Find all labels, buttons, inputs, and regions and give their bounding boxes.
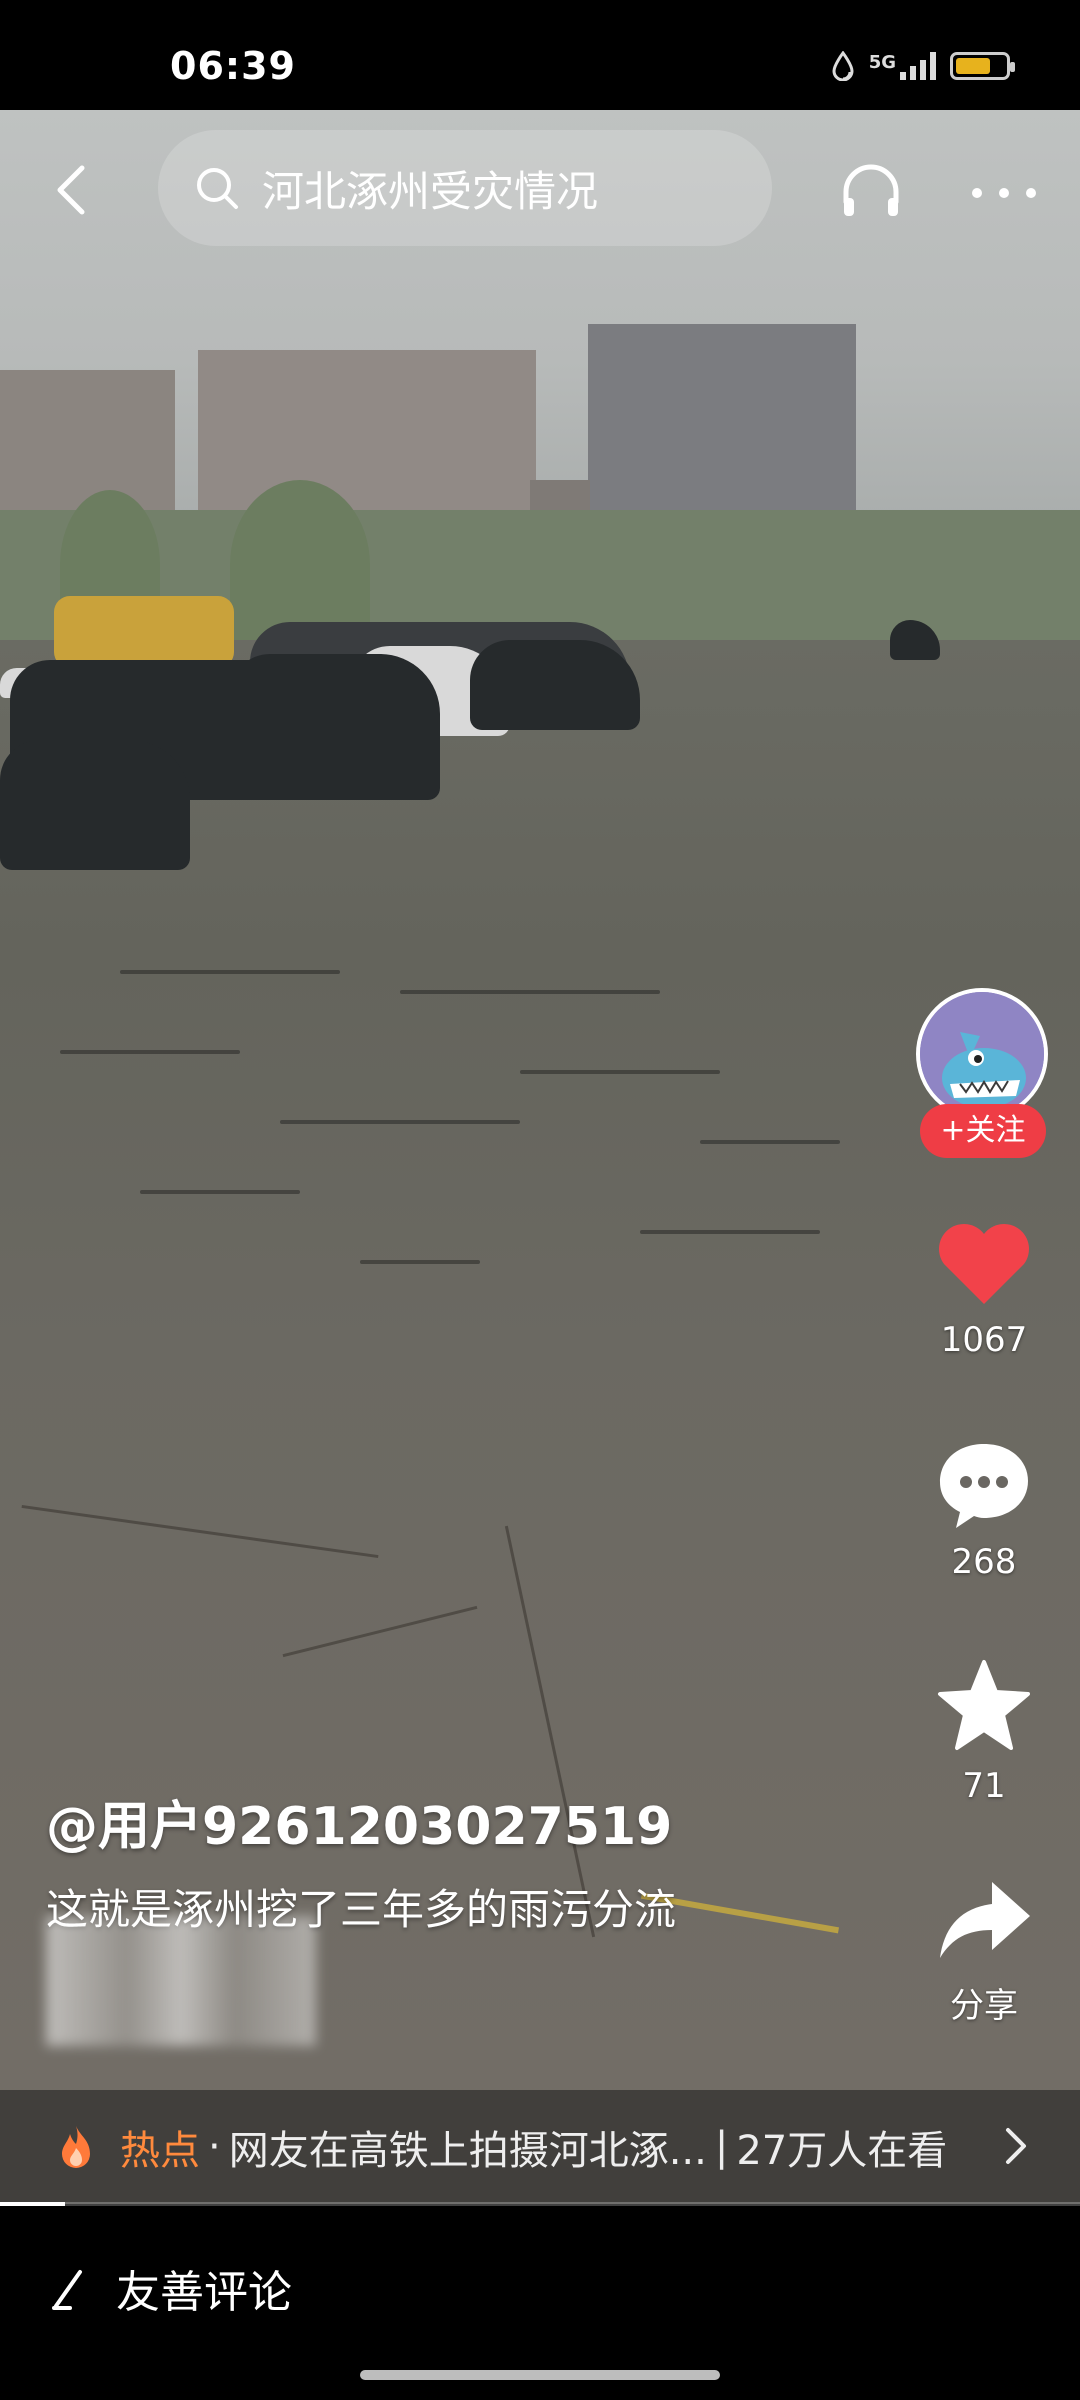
car xyxy=(0,740,190,870)
comment-count: 268 xyxy=(951,1542,1017,1582)
status-bar: 06:39 5G xyxy=(0,0,1080,110)
ripple xyxy=(360,1260,480,1264)
hot-topic-text: 网友在高铁上拍摄河北涿... xyxy=(228,2128,707,2174)
comment-bubble-icon xyxy=(940,1444,1028,1528)
author-avatar[interactable] xyxy=(916,988,1048,1120)
ripple xyxy=(60,1050,240,1054)
favorite-count: 71 xyxy=(962,1766,1006,1806)
battery-icon xyxy=(950,52,1015,80)
home-indicator[interactable] xyxy=(360,2370,720,2380)
pen-icon xyxy=(52,2270,82,2310)
chevron-right-icon xyxy=(1006,2128,1026,2164)
car xyxy=(470,640,640,730)
search-icon xyxy=(197,168,238,209)
heart-icon xyxy=(939,1224,1029,1304)
follow-button[interactable]: +关注 xyxy=(920,1104,1046,1158)
search-query: 河北涿州受灾情况 xyxy=(262,166,599,216)
hot-topic-bar[interactable]: 热点 · 网友在高铁上拍摄河北涿... | 27万人在看 xyxy=(0,2090,1080,2204)
ripple xyxy=(140,1190,300,1194)
blurred-text xyxy=(46,1916,316,2046)
monster-avatar-icon xyxy=(920,992,1044,1116)
ripple xyxy=(280,1120,520,1124)
bottom-bar: 友善评论 xyxy=(0,2206,1080,2400)
ripple xyxy=(700,1140,840,1144)
headphones-icon[interactable] xyxy=(838,158,904,224)
star-icon xyxy=(938,1660,1030,1750)
more-dot xyxy=(972,188,982,198)
share-button[interactable]: 分享 xyxy=(900,1876,1068,2027)
ripple xyxy=(400,990,660,994)
network-type: 5G xyxy=(868,52,896,73)
more-button[interactable] xyxy=(972,168,1036,218)
ripple xyxy=(120,970,340,974)
flame-icon xyxy=(62,2126,90,2168)
bus xyxy=(54,596,234,668)
comment-input[interactable]: 友善评论 xyxy=(50,2256,292,2320)
back-button[interactable] xyxy=(44,160,104,220)
more-dot xyxy=(1026,188,1036,198)
search-bar[interactable]: 河北涿州受灾情况 xyxy=(158,130,772,246)
share-label: 分享 xyxy=(950,1986,1018,2026)
hot-viewers: 27万人在看 xyxy=(736,2128,948,2174)
comment-button[interactable]: 268 xyxy=(900,1440,1068,1582)
hot-label: 热点 xyxy=(120,2128,200,2174)
ripple xyxy=(520,1070,720,1074)
hot-separator: | xyxy=(714,2124,729,2170)
author-name[interactable]: @用户9261203027519 xyxy=(46,1784,672,1859)
ripple xyxy=(640,1230,820,1234)
status-icons: 5G xyxy=(831,46,1015,86)
favorite-button[interactable]: 71 xyxy=(900,1658,1068,1806)
hot-dot: · xyxy=(208,2124,221,2170)
like-count: 1067 xyxy=(940,1320,1028,1360)
water-drop-icon xyxy=(832,51,854,81)
comment-placeholder: 友善评论 xyxy=(116,2267,292,2318)
signal-icon xyxy=(900,52,936,80)
status-time: 06:39 xyxy=(170,44,296,88)
like-button[interactable]: 1067 xyxy=(900,1218,1068,1360)
more-dot xyxy=(999,188,1009,198)
share-arrow-icon xyxy=(940,1882,1030,1958)
